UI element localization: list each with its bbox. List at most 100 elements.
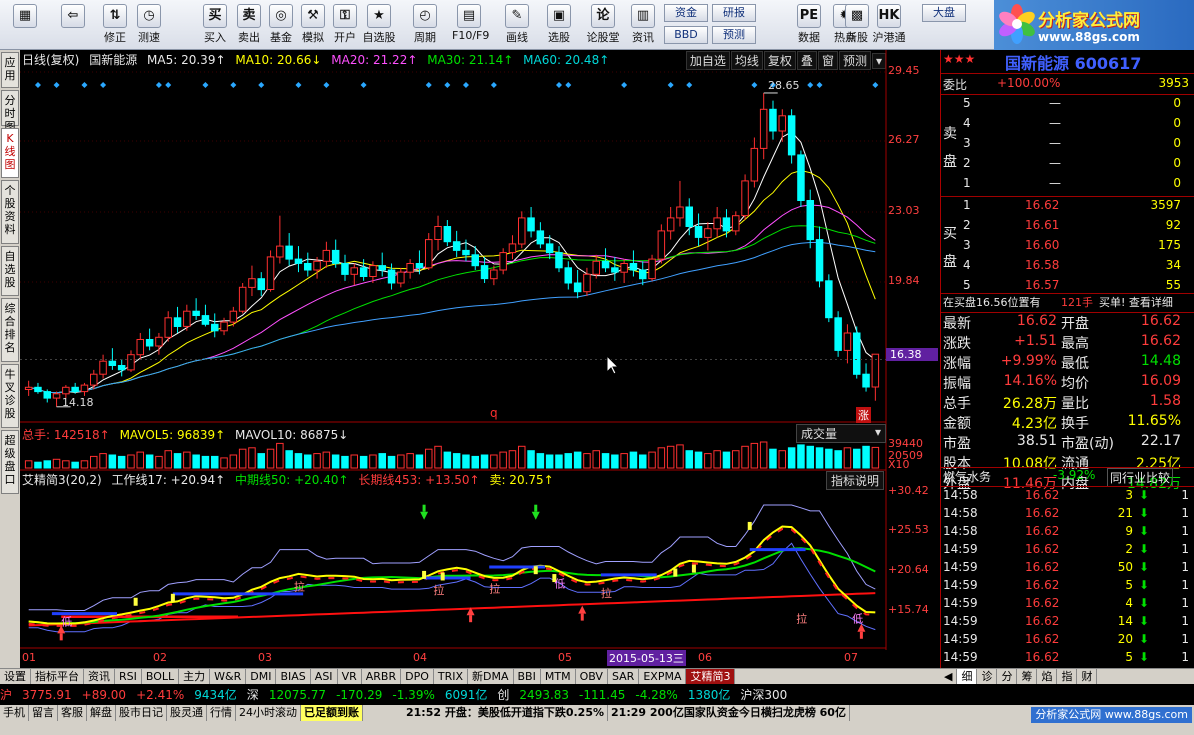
clock-button[interactable]: ◷ 测速 xyxy=(132,2,166,48)
back-arrow-button[interactable]: ⇦ xyxy=(56,2,90,48)
toolbar-small-button[interactable]: BBD xyxy=(664,26,708,44)
signal-diamond-icon xyxy=(807,82,814,88)
status-bar-item[interactable]: 手机 xyxy=(0,705,29,721)
news-button[interactable]: ▥ 资讯 xyxy=(626,2,660,48)
ask-volume: 0 xyxy=(1173,116,1181,130)
scroll-left-icon[interactable]: ◀ xyxy=(940,669,958,684)
status-bar-item[interactable]: 股灵通 xyxy=(167,705,207,721)
indicator-tab[interactable]: ARBR xyxy=(362,669,402,684)
right-panel-tab[interactable]: 细 xyxy=(957,669,978,684)
indicator-tab[interactable]: BBI xyxy=(514,669,541,684)
ask-row[interactable]: 4 — 0 xyxy=(941,116,1194,134)
toolbar-small-button[interactable]: 预测 xyxy=(712,26,756,44)
buy-button[interactable]: 买买入 xyxy=(198,2,232,48)
toolbar-button-label: 模拟 xyxy=(302,31,324,44)
status-bar-item[interactable]: 客服 xyxy=(58,705,87,721)
status-bar-item[interactable]: 解盘 xyxy=(87,705,116,721)
kline-chart[interactable]: 日线(复权) 国新能源 MA5: 20.39↑ MA10: 20.66↓ MA2… xyxy=(20,50,940,668)
indicator-tab[interactable]: 设置 xyxy=(0,669,31,684)
ask-row[interactable]: 3 — 0 xyxy=(941,136,1194,154)
left-tab-1[interactable]: 分时图 xyxy=(1,90,19,133)
indicator-tab[interactable]: 新DMA xyxy=(468,669,514,684)
indicator-tab[interactable]: TRIX xyxy=(434,669,469,684)
left-tab-4[interactable]: 自选股 xyxy=(1,246,19,296)
indicator-tab[interactable]: 艾精简3 xyxy=(686,669,736,684)
ask-row[interactable]: 1 — 0 xyxy=(941,176,1194,194)
bid-row[interactable]: 1 16.62 3597 xyxy=(941,198,1194,216)
ipo-button[interactable]: ▩ 新股 xyxy=(840,2,874,48)
pe-button[interactable]: PE 数据 xyxy=(792,2,826,48)
right-panel-tab[interactable]: 焰 xyxy=(1037,669,1058,684)
indicator-tab[interactable]: BIAS xyxy=(276,669,311,684)
indicator-tab[interactable]: ASI xyxy=(311,669,338,684)
indicator-tab[interactable]: DMI xyxy=(246,669,277,684)
status-bar-item[interactable]: 留言 xyxy=(29,705,58,721)
bid-row[interactable]: 4 16.58 34 xyxy=(941,258,1194,276)
toolbar-small-button[interactable]: 资金 xyxy=(664,4,708,22)
bid-note-link[interactable]: 买单! 查看详细 xyxy=(1099,294,1173,310)
forum-button[interactable]: 论论股堂 xyxy=(586,2,620,48)
indicator-tab[interactable]: DPO xyxy=(401,669,434,684)
buy-arrow-stem xyxy=(59,633,63,641)
up-down-button[interactable]: ⇅ 修正 xyxy=(98,2,132,48)
volume-bar xyxy=(43,460,51,469)
toolbar-small-button[interactable]: 大盘 xyxy=(922,4,966,22)
left-tab-3[interactable]: 个股资料 xyxy=(1,180,19,244)
bid-row[interactable]: 2 16.61 92 xyxy=(941,218,1194,236)
toolbar-small-button[interactable]: 研报 xyxy=(712,4,756,22)
fund-button[interactable]: ◎ 基金 xyxy=(264,2,298,48)
candle-body xyxy=(145,339,154,347)
status-bar-item[interactable]: 行情 xyxy=(207,705,236,721)
left-tab-7[interactable]: 超级盘口 xyxy=(1,430,19,494)
tick-count: 1 xyxy=(1181,614,1189,628)
indicator-tab[interactable]: 主力 xyxy=(179,669,211,684)
lock-button[interactable]: ⚿ 开户 xyxy=(328,2,362,48)
pen-button[interactable]: ✎ 画线 xyxy=(500,2,534,48)
ask-price: — xyxy=(1049,156,1061,170)
indicator-tab[interactable]: 资讯 xyxy=(84,669,115,684)
volume-selector[interactable]: 成交量 ▾ xyxy=(796,424,886,443)
right-panel-tab[interactable]: 分 xyxy=(997,669,1018,684)
sector-row[interactable]: 燃气水务 -3.92% 同行业比较 xyxy=(941,468,1194,487)
status-bar-item[interactable]: 24小时滚动 xyxy=(236,705,301,721)
indicator-tab[interactable]: OBV xyxy=(576,669,608,684)
indicator-tab[interactable]: BOLL xyxy=(142,669,180,684)
f10-button[interactable]: ▤ F10/F9 xyxy=(452,2,489,48)
screen-button[interactable]: ▣ 选股 xyxy=(542,2,576,48)
right-panel-tab[interactable]: 筹 xyxy=(1017,669,1038,684)
news-ticker[interactable]: 21:52 开盘：美股低开道指下跌0.25% xyxy=(403,705,609,721)
candle-body xyxy=(406,263,414,273)
candle-body xyxy=(80,384,89,393)
left-tab-2[interactable]: K线图 xyxy=(1,128,19,178)
star-button[interactable]: ★ 自选股 xyxy=(362,2,396,48)
ask-row[interactable]: 5 — 0 xyxy=(941,96,1194,114)
volume-bar xyxy=(564,453,572,469)
hk-button[interactable]: HK 沪港通 xyxy=(872,2,906,48)
indicator-tab[interactable]: MTM xyxy=(541,669,576,684)
index-field: 6091亿 xyxy=(444,688,488,702)
hammer-button[interactable]: ⚒ 模拟 xyxy=(296,2,330,48)
news-ticker[interactable]: 21:29 200亿国家队资金今日横扫龙虎榜 60亿 xyxy=(608,705,850,721)
grid-button[interactable]: ▦ xyxy=(8,2,42,48)
date-tick-label: 02 xyxy=(153,651,167,664)
status-bar-item[interactable]: 股市日记 xyxy=(116,705,167,721)
compare-button[interactable]: 同行业比较 xyxy=(1107,468,1174,487)
cycle-button[interactable]: ◴ 周期 xyxy=(408,2,442,48)
sell-button[interactable]: 卖卖出 xyxy=(232,2,266,48)
right-panel-tab[interactable]: 财 xyxy=(1077,669,1098,684)
left-tab-5[interactable]: 综合排名 xyxy=(1,298,19,362)
ask-row[interactable]: 2 — 0 xyxy=(941,156,1194,174)
indicator-tab[interactable]: 指标平台 xyxy=(31,669,84,684)
indicator-tab[interactable]: VR xyxy=(338,669,362,684)
indicator-tab[interactable]: SAR xyxy=(608,669,640,684)
bid-row[interactable]: 3 16.60 175 xyxy=(941,238,1194,256)
indicator-tab[interactable]: RSI xyxy=(115,669,142,684)
right-panel-tab[interactable]: 指 xyxy=(1057,669,1078,684)
indicator-help-button[interactable]: 指标说明 xyxy=(826,471,885,490)
candle-body xyxy=(229,310,238,323)
left-tab-0[interactable]: 应用 xyxy=(1,52,19,88)
right-panel-tab[interactable]: 诊 xyxy=(977,669,998,684)
left-tab-6[interactable]: 牛叉诊股 xyxy=(1,364,19,428)
indicator-tab[interactable]: W&R xyxy=(210,669,247,684)
indicator-tab[interactable]: EXPMA xyxy=(639,669,687,684)
